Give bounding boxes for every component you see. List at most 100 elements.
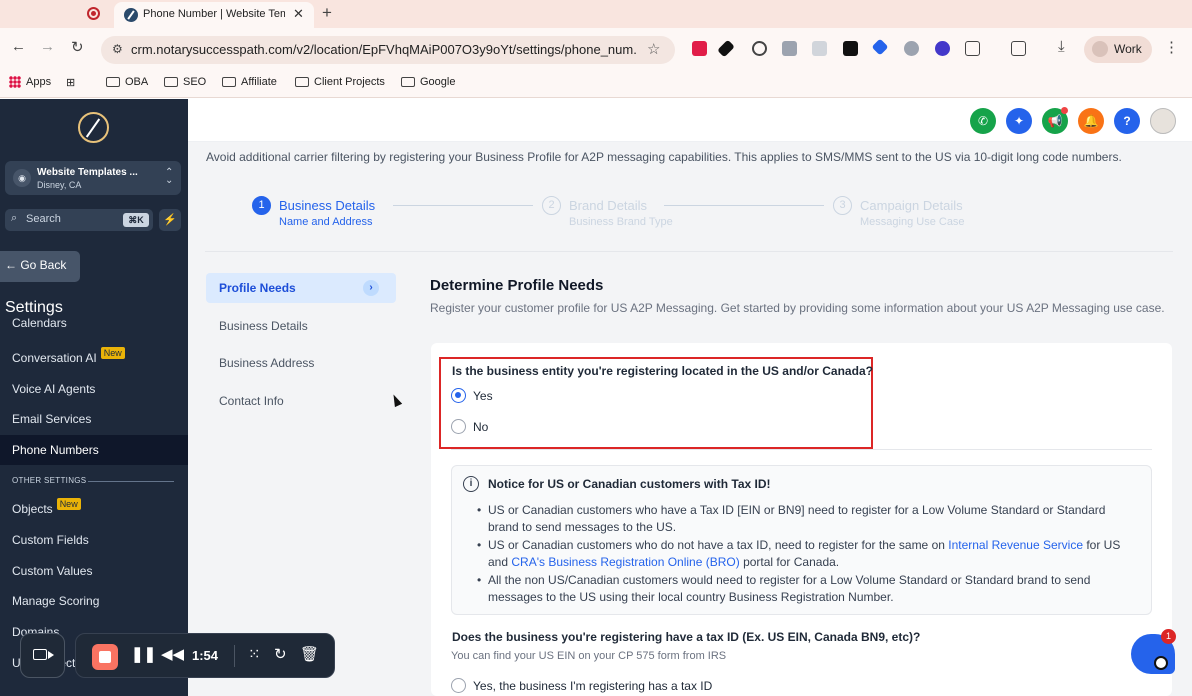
- reload-icon[interactable]: ↻: [71, 38, 84, 56]
- go-back-button[interactable]: ← Go Back: [0, 251, 80, 282]
- chevron-right-icon: ›: [363, 280, 379, 296]
- sidebar-item-label: Email Services: [12, 412, 92, 426]
- extension-icon[interactable]: [871, 38, 889, 56]
- sidebar-item-custom-fields[interactable]: Custom Fields: [0, 525, 188, 555]
- puzzle-extensions-icon[interactable]: [965, 41, 980, 56]
- radio-has-tax-id-label[interactable]: Yes, the business I'm registering has a …: [473, 679, 712, 693]
- radio-has-tax-id[interactable]: [451, 678, 466, 693]
- sidebar-item-custom-values[interactable]: Custom Values: [0, 556, 188, 586]
- notice-bullet: All the non US/Canadian customers would …: [477, 572, 1128, 606]
- bookmark-apps[interactable]: Apps: [9, 76, 51, 88]
- notice-bullet: US or Canadian customers who have a Tax …: [477, 502, 1128, 536]
- radio-yes-label[interactable]: Yes: [473, 389, 493, 403]
- subnav-contact-info[interactable]: Contact Info: [206, 386, 396, 416]
- restart-icon[interactable]: ↻: [274, 645, 287, 663]
- trash-icon[interactable]: 🗑: [300, 645, 319, 663]
- step-1-title: Business Details: [279, 198, 376, 213]
- folder-icon: [401, 77, 415, 87]
- extension-icon[interactable]: [935, 41, 950, 56]
- sidebar-item-voice-ai-agents[interactable]: Voice AI Agents: [0, 374, 188, 404]
- step-1-number: 1: [252, 196, 271, 215]
- notice-bullet: US or Canadian customers who do not have…: [477, 537, 1128, 571]
- radio-yes[interactable]: [451, 388, 466, 403]
- bookmark-star-icon[interactable]: ☆: [647, 40, 660, 58]
- irs-link[interactable]: Internal Revenue Service: [948, 538, 1083, 552]
- divider: [88, 481, 174, 482]
- sidebar-item-calendars[interactable]: Calendars: [0, 316, 188, 330]
- divider: [451, 449, 1152, 450]
- profile-button[interactable]: Work: [1084, 36, 1152, 63]
- grid-icon[interactable]: ⊞: [66, 76, 75, 89]
- site-settings-icon[interactable]: ⚙: [112, 42, 123, 56]
- extension-icon[interactable]: [752, 41, 767, 56]
- sidebar-item-conversation-ai[interactable]: Conversation AI New: [0, 343, 188, 373]
- camera-extension-icon[interactable]: [812, 41, 827, 56]
- sidebar-item-phone-numbers[interactable]: Phone Numbers: [0, 435, 188, 465]
- grid-dots-icon[interactable]: ⁙: [248, 645, 261, 663]
- section-title: Determine Profile Needs: [430, 277, 604, 294]
- info-icon: i: [463, 476, 479, 492]
- extension-icon[interactable]: [843, 41, 858, 56]
- divider: [234, 645, 235, 667]
- folder-icon: [222, 77, 236, 87]
- bookmark-folder-affiliate[interactable]: Affiliate: [222, 76, 277, 88]
- camera-toggle-button[interactable]: [20, 633, 65, 678]
- divider: [205, 251, 1173, 252]
- magic-icon[interactable]: ✦: [1006, 108, 1032, 134]
- quick-action-bolt-icon[interactable]: ⚡: [159, 209, 181, 231]
- tax-id-help-text: You can find your US EIN on your CP 575 …: [451, 650, 727, 662]
- sidebar-section-title: Settings: [5, 299, 63, 316]
- step-connector: [393, 205, 533, 206]
- back-icon[interactable]: ←: [11, 38, 26, 55]
- browser-tab-active[interactable]: Phone Number | Website Tem ✕: [114, 2, 314, 28]
- stop-recording-button[interactable]: [92, 644, 118, 670]
- radio-no[interactable]: [451, 419, 466, 434]
- app-logo-icon: [78, 112, 109, 143]
- bookmark-folder-oba[interactable]: OBA: [106, 76, 148, 88]
- subnav-profile-needs[interactable]: Profile Needs ›: [206, 273, 396, 303]
- subnav-label: Profile Needs: [219, 281, 296, 295]
- reading-list-icon[interactable]: [1011, 41, 1026, 56]
- search-icon: ⌕: [11, 212, 18, 224]
- sidebar-item-label: Phone Numbers: [12, 443, 99, 457]
- sidebar-item-objects[interactable]: Objects New: [0, 494, 188, 524]
- sidebar-item-label: Objects: [12, 502, 53, 516]
- radio-no-label[interactable]: No: [473, 420, 488, 434]
- rewind-icon[interactable]: ◀◀: [161, 645, 184, 663]
- sidebar-item-label: Manage Scoring: [12, 594, 100, 608]
- avatar: [1092, 41, 1108, 57]
- subnav-business-details[interactable]: Business Details: [206, 311, 396, 341]
- location-switcher[interactable]: ◉ Website Templates ... Disney, CA ⌃ ⌄: [5, 161, 181, 195]
- address-bar[interactable]: ⚙ crm.notarysuccesspath.com/v2/location/…: [101, 36, 675, 64]
- sidebar-search-input[interactable]: ⌕ Search ⌘K: [5, 209, 153, 231]
- avatar[interactable]: [1150, 108, 1176, 134]
- settings-sidebar: ◉ Website Templates ... Disney, CA ⌃ ⌄ ⌕ …: [0, 99, 188, 696]
- download-icon[interactable]: ⤓: [1058, 38, 1065, 55]
- sidebar-item-label: Custom Fields: [12, 533, 89, 547]
- sidebar-item-manage-scoring[interactable]: Manage Scoring: [0, 586, 188, 616]
- bell-icon[interactable]: 🔔: [1078, 108, 1104, 134]
- extension-icon[interactable]: [692, 41, 707, 56]
- url-text[interactable]: crm.notarysuccesspath.com/v2/location/Ep…: [131, 42, 636, 57]
- bookmark-folder-seo[interactable]: SEO: [164, 76, 206, 88]
- pause-icon[interactable]: ❚❚: [131, 645, 156, 663]
- new-tab-button[interactable]: +: [322, 3, 332, 23]
- phone-icon[interactable]: ✆: [970, 108, 996, 134]
- sidebar-item-email-services[interactable]: Email Services: [0, 404, 188, 434]
- search-shortcut: ⌘K: [123, 213, 149, 227]
- bookmark-folder-client-projects[interactable]: Client Projects: [295, 76, 385, 88]
- extension-icon[interactable]: [782, 41, 797, 56]
- chat-unread-badge: 1: [1161, 629, 1176, 644]
- forward-icon[interactable]: →: [40, 38, 55, 55]
- extension-icon[interactable]: [904, 41, 919, 56]
- close-tab-icon[interactable]: ✕: [293, 6, 304, 22]
- eyedropper-extension-icon[interactable]: [717, 39, 735, 58]
- browser-menu-icon[interactable]: ⋮: [1164, 38, 1179, 56]
- bookmark-folder-google[interactable]: Google: [401, 76, 455, 88]
- subnav-business-address[interactable]: Business Address: [206, 348, 396, 378]
- sidebar-item-label: Voice AI Agents: [12, 382, 96, 396]
- location-sub: Disney, CA: [37, 180, 82, 190]
- cra-bro-link[interactable]: CRA's Business Registration Online (BRO): [511, 555, 739, 569]
- help-icon[interactable]: ?: [1114, 108, 1140, 134]
- step-3-number: 3: [833, 196, 852, 215]
